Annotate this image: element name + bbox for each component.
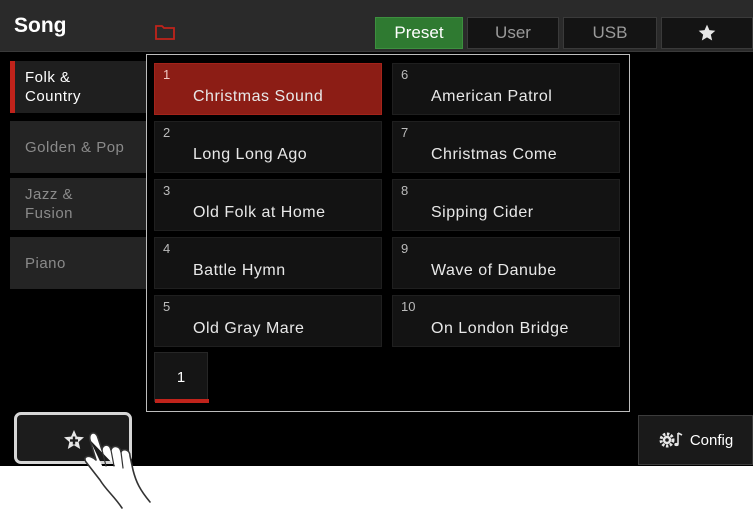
song-number: 10 (401, 299, 416, 314)
song-name: Battle Hymn (193, 262, 286, 279)
category-label: Golden & Pop (25, 138, 125, 156)
song-item[interactable]: 3 Old Folk at Home (154, 179, 382, 231)
song-item[interactable]: 6 American Patrol (392, 63, 620, 115)
pointing-hand-icon (84, 432, 151, 509)
song-screen: Song Preset User USB Folk & Country Gold… (0, 0, 753, 466)
page-1-tab[interactable]: 1 (154, 352, 209, 403)
song-number: 5 (163, 299, 171, 314)
tab-usb[interactable]: USB (563, 17, 657, 49)
category-golden-pop[interactable]: Golden & Pop (10, 121, 150, 173)
category-piano[interactable]: Piano (10, 237, 150, 289)
selected-indicator (10, 61, 15, 113)
song-item[interactable]: 8 Sipping Cider (392, 179, 620, 231)
song-number: 4 (163, 241, 171, 256)
header-bar: Song Preset User USB (0, 0, 753, 52)
song-name: Christmas Sound (193, 88, 324, 105)
song-name: Old Folk at Home (193, 204, 326, 221)
song-number: 2 (163, 125, 171, 140)
song-item[interactable]: 7 Christmas Come (392, 121, 620, 173)
song-number: 6 (401, 67, 409, 82)
page-number: 1 (176, 368, 186, 386)
song-item[interactable]: 1 Christmas Sound (154, 63, 382, 115)
song-number: 7 (401, 125, 409, 140)
category-label: Folk & Country (25, 69, 82, 105)
folder-icon[interactable] (155, 24, 175, 40)
song-number: 3 (163, 183, 171, 198)
category-label: Piano (25, 254, 66, 272)
song-item[interactable]: 4 Battle Hymn (154, 237, 382, 289)
song-name: Long Long Ago (193, 146, 308, 163)
gear-music-icon (659, 432, 683, 448)
star-icon (698, 24, 716, 41)
song-number: 1 (163, 67, 171, 82)
tab-preset[interactable]: Preset (375, 17, 463, 49)
page-title: Song (14, 14, 67, 37)
song-item[interactable]: 2 Long Long Ago (154, 121, 382, 173)
song-list-panel: 1 Christmas Sound 2 Long Long Ago 3 Old … (146, 54, 630, 412)
song-number: 9 (401, 241, 409, 256)
song-name: Old Gray Mare (193, 320, 305, 337)
song-item[interactable]: 9 Wave of Danube (392, 237, 620, 289)
category-label: Jazz & Fusion (25, 186, 74, 222)
song-name: Wave of Danube (431, 262, 557, 279)
song-name: Christmas Come (431, 146, 558, 163)
config-button[interactable]: Config (638, 415, 753, 465)
song-number: 8 (401, 183, 409, 198)
category-jazz-fusion[interactable]: Jazz & Fusion (10, 178, 150, 230)
category-folk-country[interactable]: Folk & Country (10, 61, 150, 113)
song-item[interactable]: 5 Old Gray Mare (154, 295, 382, 347)
song-name: On London Bridge (431, 320, 569, 337)
page-indicator (155, 399, 209, 403)
song-name: American Patrol (431, 88, 553, 105)
tab-user[interactable]: User (467, 17, 559, 49)
config-label: Config (689, 431, 734, 449)
tab-favorites[interactable] (661, 17, 753, 49)
song-item[interactable]: 10 On London Bridge (392, 295, 620, 347)
song-name: Sipping Cider (431, 204, 534, 221)
